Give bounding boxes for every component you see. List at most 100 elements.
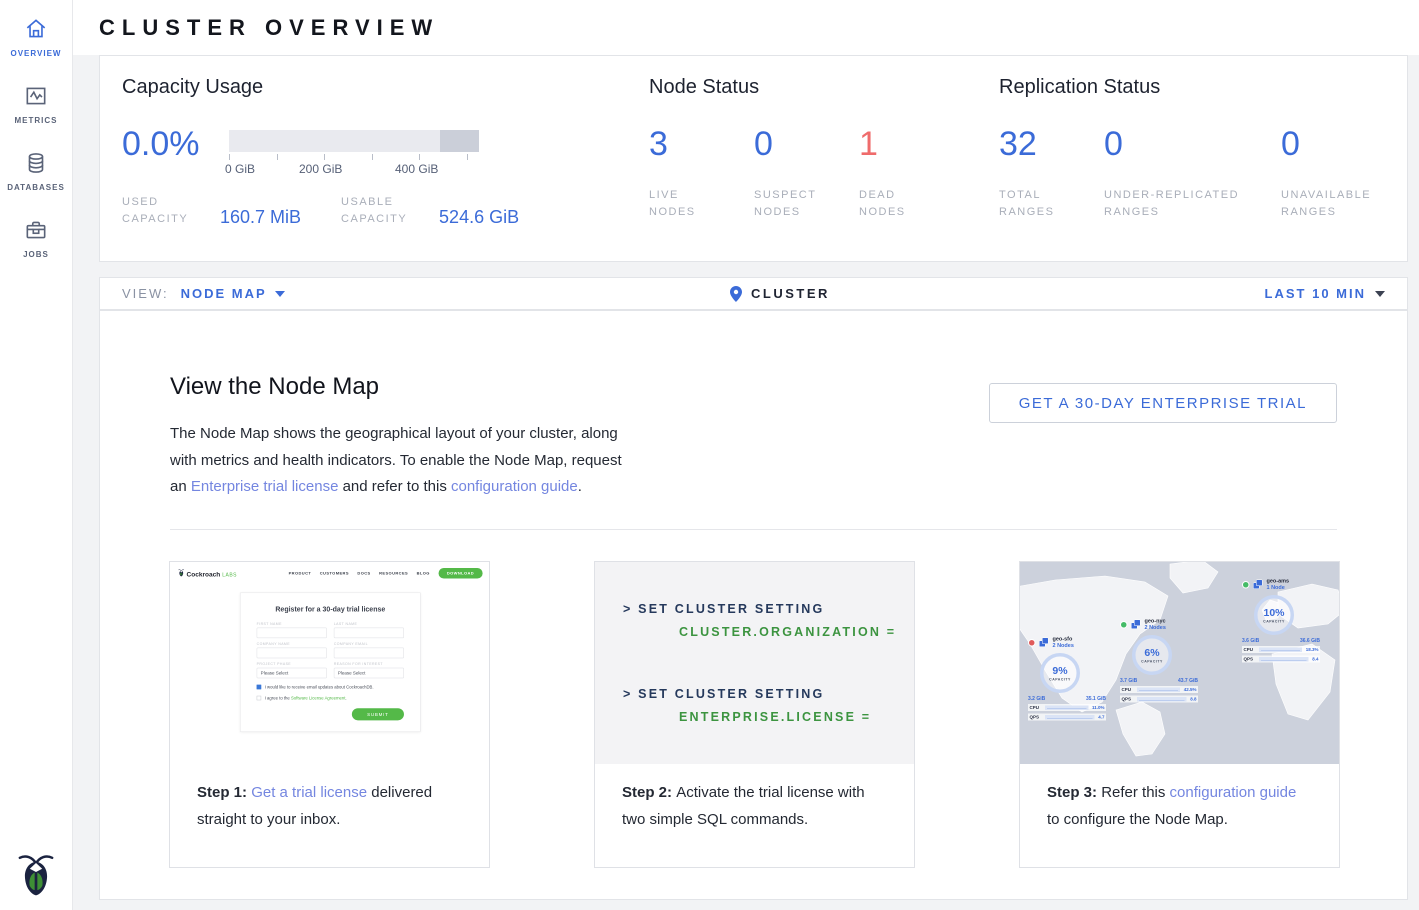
node-count: 2 Nodes: [1145, 625, 1166, 632]
capacity-label: CAPACITY: [1141, 660, 1163, 664]
dead-nodes-stat: 1 DEAD NODES: [859, 125, 919, 221]
cockroachdb-logo-icon: [17, 850, 55, 896]
node-map-card: View the Node Map The Node Map shows the…: [99, 310, 1408, 900]
total-ranges-stat: 32 TOTAL RANGES: [999, 125, 1104, 221]
node-status-dot-green: [1120, 621, 1128, 629]
map-node-geo-ams[interactable]: geo-ams 1 Node 10% CAPACITY 3.6 GiB 36.6…: [1242, 578, 1339, 663]
sidebar-item-overview[interactable]: OVERVIEW: [0, 0, 72, 67]
axis-label-200: 200 GiB: [299, 162, 342, 176]
capacity-percent: 9%: [1052, 665, 1067, 677]
usable-capacity-label: USABLE CAPACITY: [341, 194, 425, 228]
reason-select[interactable]: Please Select: [334, 668, 404, 679]
cpu-sparkline: [1259, 647, 1302, 652]
nav-customers[interactable]: CUSTOMERS: [320, 571, 349, 576]
capacity-label: CAPACITY: [1263, 620, 1285, 624]
usable-capacity-value: 524.6 GiB: [439, 207, 519, 228]
capacity-gauge: 10% CAPACITY: [1254, 595, 1294, 635]
used-capacity-label: USED CAPACITY: [122, 194, 206, 228]
cpu-label: CPU: [1030, 705, 1042, 710]
capacity-gauge: 6% CAPACITY: [1132, 635, 1172, 675]
nav-blog[interactable]: BLOG: [417, 571, 430, 576]
nav-product[interactable]: PRODUCT: [289, 571, 312, 576]
cockroach-labs-logo: Cockroach LABS: [178, 569, 237, 579]
suspect-nodes-label: SUSPECT NODES: [754, 187, 824, 221]
step1-card: Cockroach LABS PRODUCT CUSTOMERS DOCS RE…: [169, 561, 490, 868]
total-capacity: 35.1 GiB: [1086, 696, 1106, 702]
content-area: Capacity Usage 0.0% 0 GiB 200 GiB 400 Gi…: [73, 55, 1419, 910]
unavailable-label: UNAVAILABLE RANGES: [1281, 187, 1391, 221]
step2-caption: Step 2: Activate the trial license with …: [595, 764, 914, 867]
capacity-usage-section: Capacity Usage 0.0% 0 GiB 200 GiB 400 Gi…: [122, 76, 649, 261]
map-pin-icon: [730, 286, 742, 302]
cpu-value: 42.5%: [1184, 687, 1197, 692]
sidebar-item-label: OVERVIEW: [11, 49, 62, 58]
view-selector-dropdown[interactable]: NODE MAP: [181, 286, 285, 301]
step3-prefix: Step 3:: [1047, 784, 1101, 801]
briefcase-icon: [23, 217, 49, 243]
chevron-down-icon: [1375, 291, 1385, 297]
axis-label-400: 400 GiB: [395, 162, 438, 176]
company-name-field[interactable]: [257, 648, 327, 659]
map-node-geo-nyc[interactable]: geo-nyc 2 Nodes 6% CAPACITY 3.7 GiB 43.7…: [1120, 618, 1220, 703]
step1-caption: Step 1: Get a trial license delivered st…: [170, 764, 489, 867]
cpu-label: CPU: [1122, 687, 1134, 692]
first-name-label: FIRST NAME: [257, 623, 327, 627]
email-updates-checkbox[interactable]: [257, 684, 262, 689]
cpu-sparkline: [1045, 705, 1088, 710]
view-label: VIEW:: [122, 286, 169, 301]
enterprise-trial-button[interactable]: GET A 30-DAY ENTERPRISE TRIAL: [989, 383, 1337, 423]
get-trial-license-link[interactable]: Get a trial license: [251, 784, 367, 801]
qps-label: QPS: [1030, 715, 1042, 720]
cpu-value: 11.0%: [1092, 705, 1105, 710]
qps-sparkline: [1259, 657, 1309, 662]
chevron-down-icon: [275, 291, 285, 297]
time-range-dropdown[interactable]: LAST 10 MIN: [1265, 286, 1385, 301]
last-name-field[interactable]: [334, 628, 404, 639]
sidebar-item-label: DATABASES: [7, 183, 65, 192]
configuration-guide-link[interactable]: configuration guide: [451, 478, 578, 495]
download-button[interactable]: DOWNLOAD: [438, 568, 482, 579]
cpu-value: 18.3%: [1306, 647, 1319, 652]
sidebar-item-databases[interactable]: DATABASES: [0, 134, 72, 201]
software-license-link[interactable]: Software License Agreement: [291, 695, 345, 700]
email-updates-checkbox-row: I would like to receive email updates ab…: [257, 684, 404, 689]
time-range-value: LAST 10 MIN: [1265, 286, 1366, 301]
sql-commands-block: > SET CLUSTER SETTING CLUSTER.ORGANIZATI…: [595, 562, 914, 764]
node-stack-icon: [1253, 580, 1263, 590]
license-agreement-checkbox[interactable]: [257, 696, 262, 701]
nav-docs[interactable]: DOCS: [357, 571, 370, 576]
last-name-label: LAST NAME: [334, 623, 404, 627]
node-stack-icon: [1039, 638, 1049, 648]
capacity-percent: 0.0%: [122, 125, 229, 178]
qps-value: 8.4: [1312, 657, 1318, 662]
replication-status-section: Replication Status 32 TOTAL RANGES 0 UND…: [999, 76, 1407, 261]
sidebar-item-jobs[interactable]: JOBS: [0, 201, 72, 268]
sidebar-item-label: JOBS: [23, 250, 49, 259]
step1-prefix: Step 1:: [197, 784, 251, 801]
company-email-label: COMPANY EMAIL: [334, 643, 404, 647]
cockroach-bug-icon: [178, 569, 185, 577]
submit-button[interactable]: SUBMIT: [352, 708, 404, 720]
configuration-guide-link[interactable]: configuration guide: [1170, 784, 1297, 801]
sidebar-item-metrics[interactable]: METRICS: [0, 67, 72, 134]
capacity-percent: 6%: [1144, 647, 1159, 659]
under-replicated-ranges-stat: 0 UNDER-REPLICATED RANGES: [1104, 125, 1281, 221]
node-count: 1 Node: [1267, 585, 1290, 592]
step2-card: > SET CLUSTER SETTING CLUSTER.ORGANIZATI…: [594, 561, 915, 868]
unavailable-ranges-stat: 0 UNAVAILABLE RANGES: [1281, 125, 1391, 221]
suspect-nodes-stat: 0 SUSPECT NODES: [754, 125, 859, 221]
form-title: Register for a 30-day trial license: [257, 605, 404, 613]
map-node-geo-sfo[interactable]: geo-sfo 2 Nodes 9% CAPACITY 3.2 GiB 35.1…: [1028, 636, 1128, 721]
total-ranges-label: TOTAL RANGES: [999, 187, 1069, 221]
capacity-bar-chart: 0 GiB 200 GiB 400 GiB: [229, 130, 489, 178]
section-divider: [170, 529, 1337, 530]
project-phase-select[interactable]: Please Select: [257, 668, 327, 679]
enterprise-trial-license-link[interactable]: Enterprise trial license: [191, 478, 339, 495]
first-name-field[interactable]: [257, 628, 327, 639]
company-email-field[interactable]: [334, 648, 404, 659]
nav-resources[interactable]: RESOURCES: [379, 571, 408, 576]
view-selector-value: NODE MAP: [181, 286, 267, 301]
reason-label: REASON FOR INTEREST: [334, 663, 404, 667]
cluster-breadcrumb: CLUSTER: [730, 286, 830, 302]
sql-command-1: > SET CLUSTER SETTING: [623, 602, 914, 616]
